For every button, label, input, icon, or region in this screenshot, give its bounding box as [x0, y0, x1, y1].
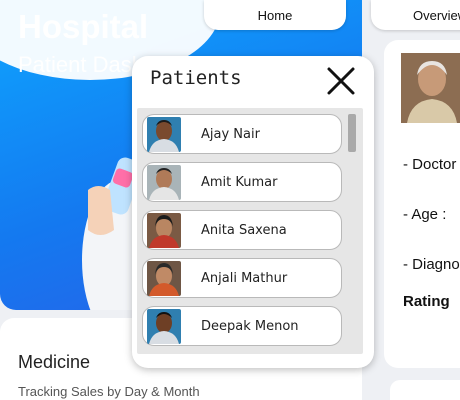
patient-name: Anita Saxena [201, 223, 287, 238]
patient-name: Deepak Menon [201, 319, 299, 334]
patient-name: Ajay Nair [201, 127, 260, 142]
age-label: - Age : [403, 206, 447, 223]
patient-avatar [147, 213, 181, 248]
close-button[interactable] [324, 64, 358, 98]
patient-item[interactable]: Anita Saxena [142, 210, 342, 250]
scrollbar-thumb[interactable] [348, 114, 356, 152]
patient-name: Anjali Mathur [201, 271, 288, 286]
doctor-photo [401, 53, 460, 123]
medicine-title: Medicine [18, 352, 91, 372]
patient-item[interactable]: Amit Kumar [142, 162, 342, 202]
doctor-label: - Doctor [403, 156, 457, 173]
diagnosis-label: - Diagnosis [403, 256, 460, 273]
page-title: Hospital [18, 8, 149, 45]
rating-label: Rating [403, 293, 450, 310]
nav-overview-button[interactable]: Overview [371, 0, 460, 30]
patient-avatar [147, 117, 181, 152]
patient-avatar [147, 165, 181, 200]
patient-item[interactable]: Ajay Nair [142, 114, 342, 154]
patient-avatar [147, 261, 181, 296]
doctor-card-lower [390, 380, 460, 400]
patient-item[interactable]: Anjali Mathur [142, 258, 342, 298]
patient-item[interactable]: Deepak Menon [142, 306, 342, 346]
patient-name: Amit Kumar [201, 175, 278, 190]
medicine-subtitle: Tracking Sales by Day & Month [18, 384, 200, 399]
nav-home-button[interactable]: Home [204, 0, 346, 30]
popup-title: Patients [150, 67, 242, 89]
close-icon [327, 67, 355, 95]
patient-avatar [147, 309, 181, 344]
